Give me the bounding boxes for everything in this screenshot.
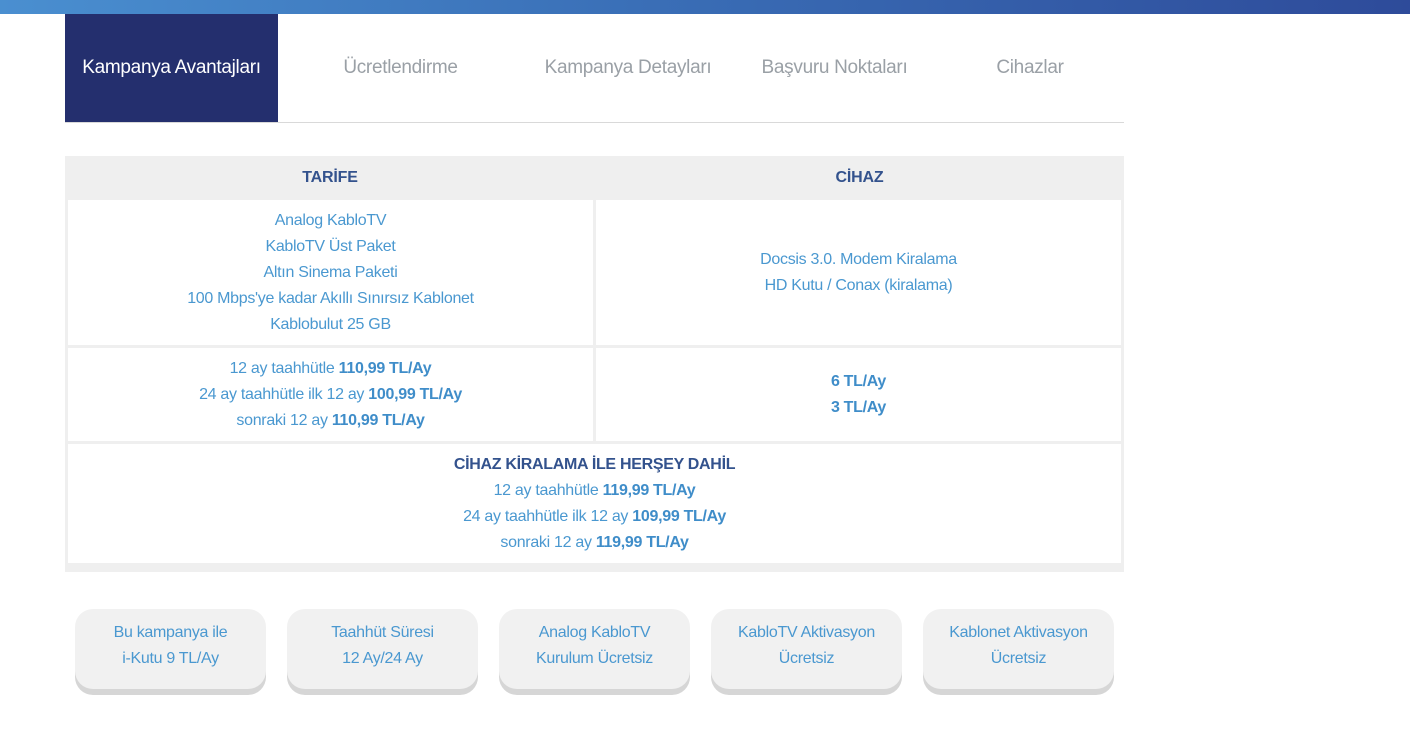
price-line: 12 ay taahhütle 119,99 TL/Ay — [493, 481, 696, 499]
price-value: 119,99 TL/Ay — [602, 481, 696, 499]
campaign-tabs: Kampanya Avantajları Ücretlendirme Kampa… — [65, 14, 1124, 123]
price-line: sonraki 12 ay 119,99 TL/Ay — [500, 533, 689, 551]
tarife-item: Analog KabloTV — [274, 211, 387, 229]
price-value: 6 TL/Ay — [830, 372, 887, 390]
price-line: sonraki 12 ay 110,99 TL/Ay — [236, 411, 425, 429]
feature-pill-ikutu: Bu kampanya ile i-Kutu 9 TL/Ay — [75, 609, 266, 689]
feature-pill-kurulum: Analog KabloTV Kurulum Ücretsiz — [499, 609, 690, 689]
tarife-item: 100 Mbps'ye kadar Akıllı Sınırsız Kablon… — [187, 289, 474, 307]
feature-line: KabloTV Aktivasyon — [738, 624, 875, 641]
cihaz-header: CİHAZ — [835, 169, 884, 186]
price-value: 3 TL/Ay — [830, 398, 887, 416]
tarife-prices-cell: 12 ay taahhütle 110,99 TL/Ay 24 ay taahh… — [68, 348, 593, 441]
price-value: 119,99 TL/Ay — [595, 533, 689, 551]
top-accent-bar — [0, 0, 1410, 14]
all-inclusive-heading: CİHAZ KİRALAMA İLE HERŞEY DAHİL — [453, 455, 736, 473]
price-line: 24 ay taahhütle ilk 12 ay 100,99 TL/Ay — [199, 385, 462, 403]
feature-line: Kurulum Ücretsiz — [535, 650, 653, 667]
feature-line: Kablonet Aktivasyon — [949, 624, 1088, 641]
price-value: 110,99 TL/Ay — [338, 359, 432, 377]
feature-line: Ücretsiz — [778, 650, 835, 667]
feature-line: Ücretsiz — [990, 650, 1047, 667]
tarife-item: Kablobulut 25 GB — [270, 315, 391, 333]
feature-pill-taahhut: Taahhüt Süresi 12 Ay/24 Ay — [287, 609, 478, 689]
tarife-items-cell: Analog KabloTV KabloTV Üst Paket Altın S… — [68, 200, 593, 345]
all-inclusive-cell: CİHAZ KİRALAMA İLE HERŞEY DAHİL 12 ay ta… — [68, 444, 1121, 563]
feature-line: Taahhüt Süresi — [331, 624, 434, 641]
tarife-item: KabloTV Üst Paket — [265, 237, 396, 255]
price-value: 109,99 TL/Ay — [632, 507, 726, 525]
cihaz-items-cell: Docsis 3.0. Modem Kiralama HD Kutu / Con… — [596, 200, 1121, 345]
feature-pills: Bu kampanya ile i-Kutu 9 TL/Ay Taahhüt S… — [75, 609, 1115, 689]
feature-pill-kablotv-aktivasyon: KabloTV Aktivasyon Ücretsiz — [711, 609, 902, 689]
tab-kampanya-detaylari[interactable]: Kampanya Detayları — [523, 14, 733, 122]
tab-kampanya-avantajlari[interactable]: Kampanya Avantajları — [65, 14, 278, 122]
feature-pill-kablonet-aktivasyon: Kablonet Aktivasyon Ücretsiz — [923, 609, 1114, 689]
cihaz-prices-cell: 6 TL/Ay 3 TL/Ay — [596, 348, 1121, 441]
tarife-item: Altın Sinema Paketi — [263, 263, 398, 281]
cihaz-item: Docsis 3.0. Modem Kiralama — [760, 250, 957, 268]
price-value: 110,99 TL/Ay — [331, 411, 425, 429]
campaign-table: TARİFE CİHAZ Analog KabloTV KabloTV Üst … — [65, 156, 1124, 572]
tarife-header: TARİFE — [302, 169, 358, 186]
tab-ucretlendirme[interactable]: Ücretlendirme — [278, 14, 523, 122]
cihaz-item: HD Kutu / Conax (kiralama) — [764, 276, 953, 294]
feature-line: 12 Ay/24 Ay — [342, 650, 423, 667]
price-line: 12 ay taahhütle 110,99 TL/Ay — [229, 359, 432, 377]
tab-cihazlar[interactable]: Cihazlar — [936, 14, 1124, 122]
feature-line: Bu kampanya ile — [113, 624, 228, 641]
feature-line: i-Kutu 9 TL/Ay — [122, 650, 219, 667]
feature-line: Analog KabloTV — [538, 624, 651, 641]
price-line: 24 ay taahhütle ilk 12 ay 109,99 TL/Ay — [463, 507, 726, 525]
price-value: 100,99 TL/Ay — [368, 385, 462, 403]
tab-basvuru-noktalari[interactable]: Başvuru Noktaları — [733, 14, 936, 122]
